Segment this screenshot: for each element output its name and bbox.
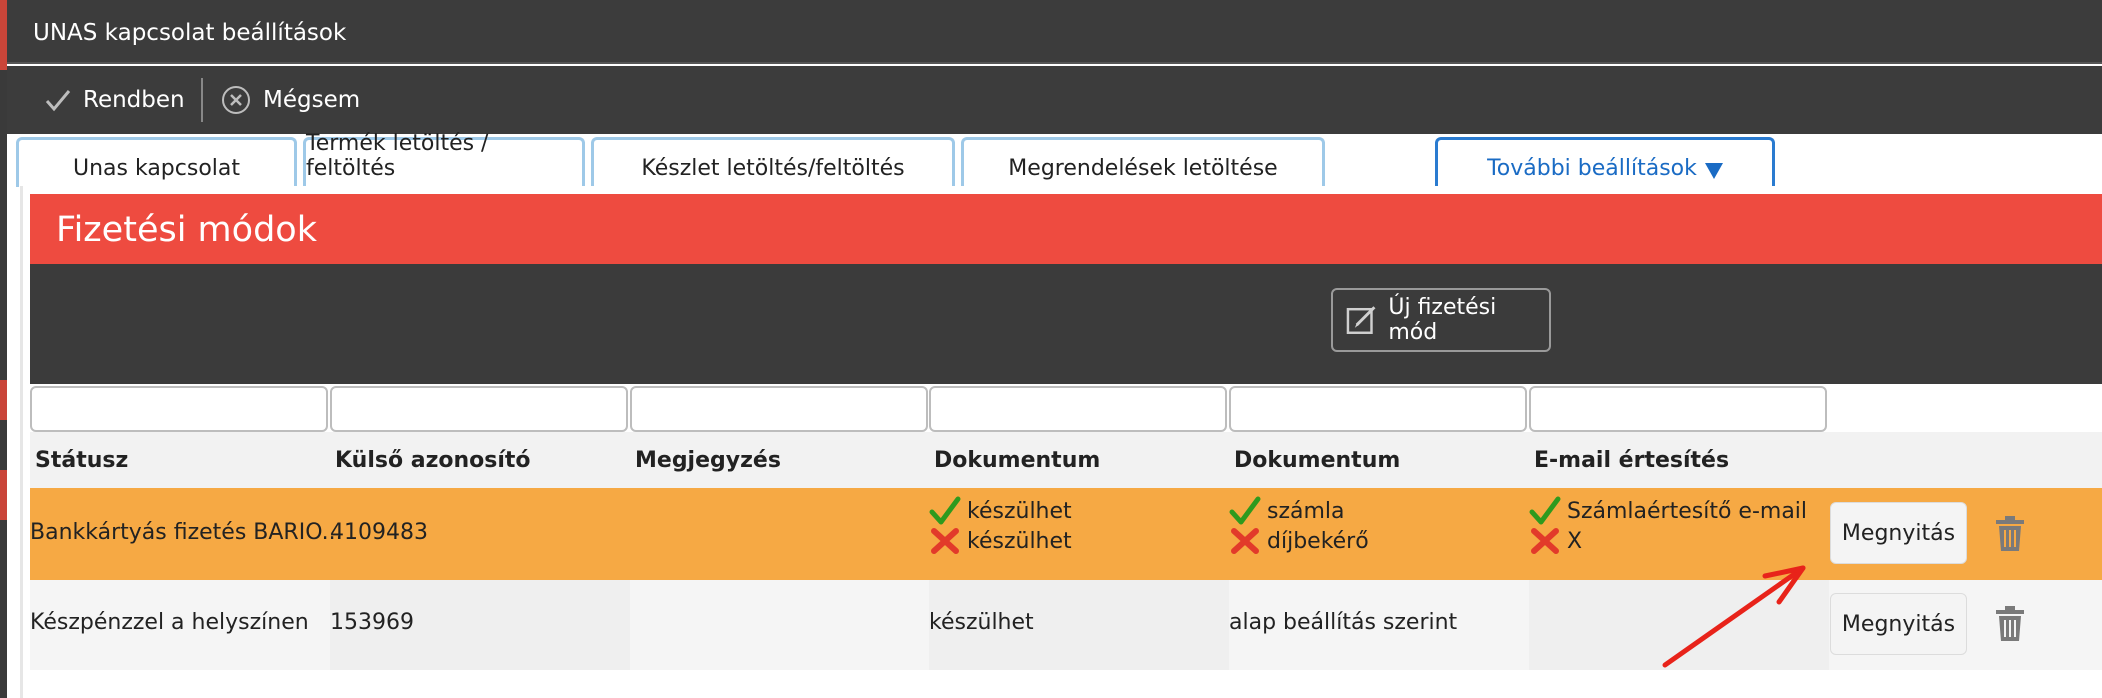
cross-icon xyxy=(1531,528,1559,554)
cell-document1: készülhet készülhet xyxy=(929,496,1072,556)
dropdown-caret-icon xyxy=(1704,163,1723,179)
filter-email-input[interactable] xyxy=(1529,386,1827,432)
toolbar: Rendben Mégsem xyxy=(7,66,2102,134)
ok-button-label: Rendben xyxy=(83,87,185,113)
section-title: Fizetési módok xyxy=(56,210,317,250)
open-button[interactable]: Megnyitás xyxy=(1830,593,1967,655)
new-payment-method-label: Új fizetési mód xyxy=(1388,295,1497,345)
check-icon xyxy=(1529,496,1561,525)
new-payment-method-button[interactable]: Új fizetési mód xyxy=(1331,288,1551,352)
tab-label: Készlet letöltés/feltöltés xyxy=(641,156,905,181)
cancel-button[interactable]: Mégsem xyxy=(221,80,360,120)
filter-row xyxy=(30,384,2102,432)
cell-external-id: 153969 xyxy=(330,610,414,635)
action-bar: Új fizetési mód xyxy=(30,264,2102,384)
cross-icon xyxy=(1231,528,1259,554)
column-header-document[interactable]: Dokumentum xyxy=(1234,448,1400,473)
toolbar-separator xyxy=(201,78,203,122)
section-header: Fizetési módok xyxy=(30,194,2102,264)
filter-external-id-input[interactable] xyxy=(330,386,628,432)
email-line1-text: Számlaértesítő e-mail xyxy=(1567,498,1808,524)
edit-icon xyxy=(1346,306,1376,334)
trash-icon[interactable] xyxy=(1994,606,2026,642)
tab-label: További beállítások xyxy=(1487,156,1697,181)
open-button-label: Megnyitás xyxy=(1841,611,1956,637)
doc1-line2-text: készülhet xyxy=(967,528,1072,554)
title-bar: UNAS kapcsolat beállítások xyxy=(7,0,2102,64)
doc2-line1-text: számla xyxy=(1267,498,1345,524)
filter-status-input[interactable] xyxy=(30,386,328,432)
cell-document2: alap beállítás szerint xyxy=(1229,610,1458,635)
cell-status: Készpénzzel a helyszínen xyxy=(30,610,309,635)
open-button[interactable]: Megnyitás xyxy=(1830,502,1967,564)
email-line2-text: X xyxy=(1567,528,1583,554)
tab-label: Termék letöltés / feltöltés xyxy=(306,131,489,181)
tab-label: Megrendelések letöltése xyxy=(1008,156,1278,181)
dialog-window: UNAS kapcsolat beállítások Rendben Mégse… xyxy=(7,0,2102,698)
table-header: Státusz Külső azonosító Megjegyzés Dokum… xyxy=(30,432,2102,488)
cell-document1: készülhet xyxy=(929,610,1034,635)
tab-label: Unas kapcsolat xyxy=(72,156,241,181)
tab-megrendelesek[interactable]: Megrendelések letöltése xyxy=(961,137,1325,187)
close-circle-icon xyxy=(222,86,250,114)
tab-unas-kapcsolat[interactable]: Unas kapcsolat xyxy=(16,137,297,187)
tab-termek[interactable]: Termék letöltés / feltöltés xyxy=(303,131,585,187)
column-header-note[interactable]: Megjegyzés xyxy=(635,448,781,473)
tab-tovabbi-beallitasok[interactable]: További beállítások xyxy=(1435,137,1775,187)
checkmark-icon xyxy=(45,90,71,112)
doc2-line2-text: díjbekérő xyxy=(1267,528,1369,554)
open-button-label: Megnyitás xyxy=(1841,520,1956,546)
doc1-line1-text: készülhet xyxy=(967,498,1072,524)
column-header-email[interactable]: E-mail értesítés xyxy=(1534,448,1729,473)
filter-document1-input[interactable] xyxy=(929,386,1227,432)
trash-icon[interactable] xyxy=(1994,516,2026,552)
column-header-document[interactable]: Dokumentum xyxy=(934,448,1100,473)
column-header-status[interactable]: Státusz xyxy=(35,448,128,473)
tab-keszlet[interactable]: Készlet letöltés/feltöltés xyxy=(591,137,955,187)
window-title: UNAS kapcsolat beállítások xyxy=(33,20,347,46)
cell-email: Számlaértesítő e-mail X xyxy=(1529,496,1807,556)
annotation-arrow-icon xyxy=(1662,565,1806,668)
cell-status: Bankkártyás fizetés BARIO... xyxy=(30,520,343,545)
column-header-external-id[interactable]: Külső azonosító xyxy=(335,448,531,473)
ok-button[interactable]: Rendben xyxy=(45,80,185,120)
check-icon xyxy=(1229,496,1261,525)
background-window-edge xyxy=(0,0,7,698)
cross-icon xyxy=(931,528,959,554)
cell-external-id: 4109483 xyxy=(330,520,428,545)
check-icon xyxy=(929,496,961,525)
cell-document2: számla díjbekérő xyxy=(1229,496,1369,556)
cancel-button-label: Mégsem xyxy=(263,87,361,113)
filter-document2-input[interactable] xyxy=(1229,386,1527,432)
tab-bar: Unas kapcsolat Termék letöltés / feltölt… xyxy=(7,131,2102,187)
filter-note-input[interactable] xyxy=(630,386,928,432)
